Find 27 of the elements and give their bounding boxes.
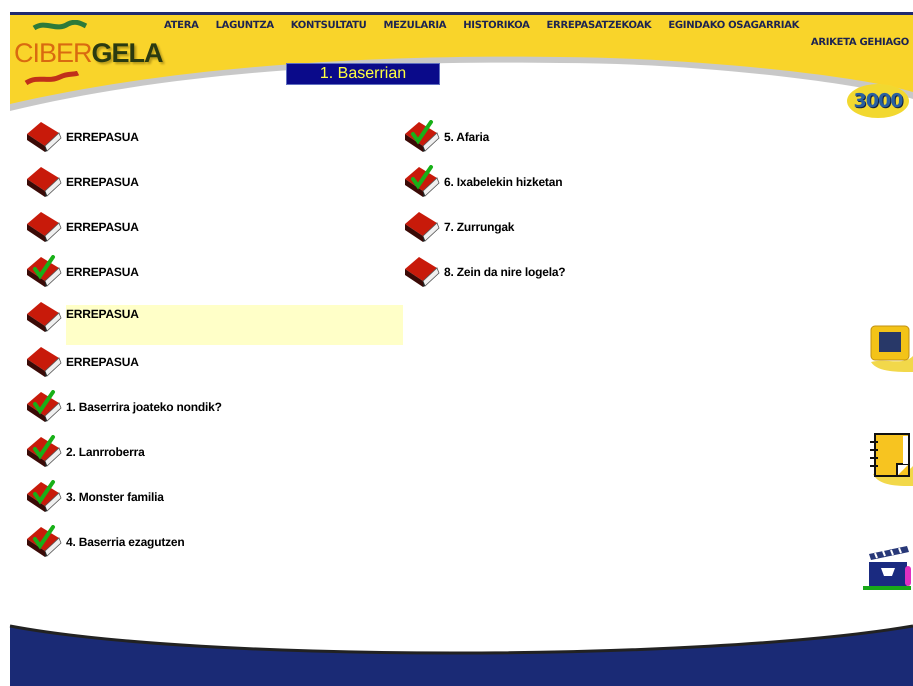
nav-link[interactable]: KONTSULTATU (290, 20, 366, 31)
nav-link[interactable]: ARIKETA GEHIAGO (810, 37, 909, 48)
wave-icon (32, 20, 88, 32)
nav-link[interactable]: ERREPASATZEKOAK (546, 20, 652, 31)
nav-link[interactable]: HISTORIKOA (463, 20, 530, 31)
lesson-link[interactable]: 2. Lanrroberra (66, 434, 149, 470)
lesson-link[interactable]: ERREPASUA (66, 304, 403, 344)
nav-link[interactable]: MEZULARIA (383, 20, 446, 31)
logo-badge: 3000 (847, 84, 909, 118)
lesson-link[interactable]: 4. Baserria ezagutzen (66, 524, 189, 560)
lesson-link[interactable]: 8. Zein da nire logela? (444, 254, 570, 290)
lesson-title: 1. Baserrian (286, 63, 440, 85)
lesson-link[interactable]: 7. Zurrungak (444, 208, 518, 244)
wave-icon (24, 71, 80, 85)
lesson-link[interactable]: 6. Ixabelekin hizketan (444, 164, 566, 200)
lesson-link[interactable]: ERREPASUA (66, 254, 143, 290)
lesson-link[interactable]: ERREPASUA (66, 164, 143, 200)
lesson-link[interactable]: 5. Afaria (444, 118, 494, 154)
lesson-link[interactable]: ERREPASUA (66, 208, 143, 244)
lesson-link[interactable]: 3. Monster familia (66, 478, 168, 514)
nav-link[interactable]: EGINDAKO OSAGARRIAK (668, 20, 800, 31)
lesson-link[interactable]: 1. Baserrira joateko nondik? (66, 388, 226, 424)
lesson-link[interactable]: ERREPASUA (66, 344, 143, 380)
nav-link[interactable]: LAGUNTZA (216, 20, 274, 31)
notebook-icon[interactable] (867, 430, 913, 486)
lesson-link[interactable]: ERREPASUA (66, 118, 143, 154)
nav-link[interactable]: ATERA (164, 20, 199, 31)
